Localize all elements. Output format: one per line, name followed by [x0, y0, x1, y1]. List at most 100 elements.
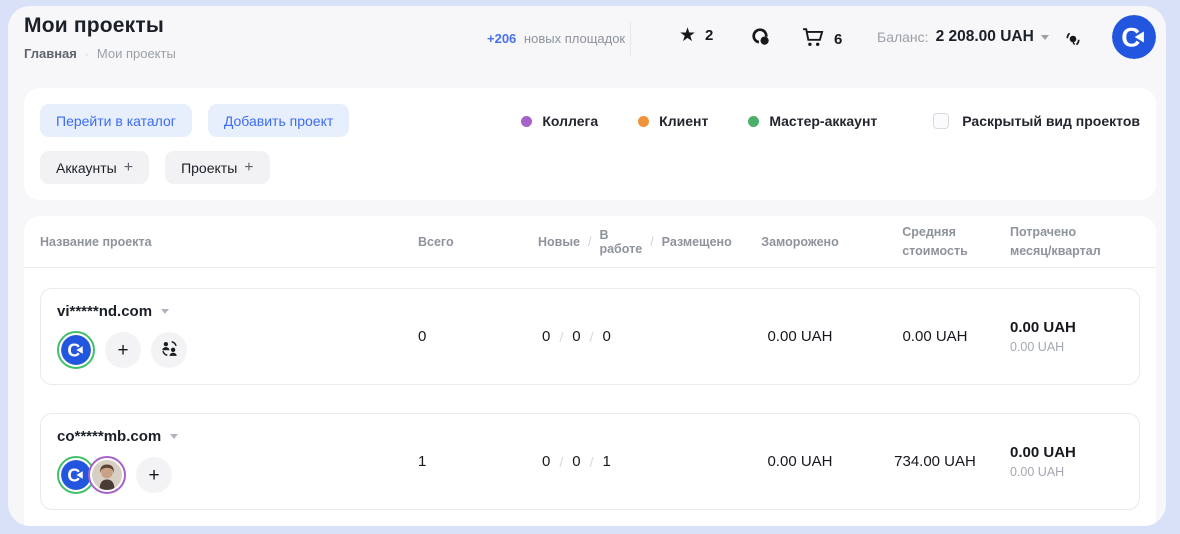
- cell-new: 0: [542, 328, 550, 345]
- spent-quarter: 0.00 UAH: [1010, 340, 1139, 354]
- cart-icon: [801, 26, 825, 53]
- spent-month: 0.00 UAH: [1010, 319, 1139, 336]
- col-header-avg-line2: стоимость: [902, 242, 968, 260]
- master-account-dot-icon: [748, 116, 759, 127]
- star-icon: ★: [679, 26, 696, 45]
- filters-panel: Перейти в каталог Добавить проект Аккаун…: [24, 88, 1156, 200]
- balance-label: Баланс:: [877, 29, 929, 45]
- project-name: vi*****nd.com: [57, 303, 152, 320]
- collaborator-logo-icon: C: [61, 460, 91, 490]
- new-platforms-link[interactable]: +206 новых площадок: [487, 31, 625, 46]
- expanded-view-toggle[interactable]: Раскрытый вид проектов: [933, 113, 1140, 129]
- legend-colleague: Коллега: [521, 113, 598, 129]
- add-member-button[interactable]: +: [105, 332, 141, 368]
- cell-spent: 0.00 UAH 0.00 UAH: [977, 319, 1139, 354]
- breadcrumb-separator: ·: [85, 47, 89, 61]
- cell-avg-cost: 734.00 UAH: [877, 453, 977, 470]
- spent-quarter: 0.00 UAH: [1010, 465, 1139, 479]
- breadcrumb: Главная · Мои проекты: [24, 46, 176, 61]
- accounts-filter-button[interactable]: Аккаунты +: [40, 151, 149, 184]
- header-divider: [630, 22, 631, 56]
- legend-colleague-label: Коллега: [542, 113, 598, 129]
- col-header-avg-line1: Средняя: [902, 223, 968, 241]
- col-header-in-progress: В работе: [599, 228, 642, 256]
- expanded-view-label: Раскрытый вид проектов: [962, 113, 1140, 129]
- notifications-button[interactable]: [1058, 26, 1088, 56]
- col-header-statuses[interactable]: Новые / В работе / Размещено: [522, 228, 707, 256]
- cell-in-progress: 0: [572, 328, 580, 345]
- cell-total: 1: [402, 453, 522, 470]
- plus-icon: +: [148, 466, 159, 485]
- cell-statuses: 0 / 0 / 0: [522, 328, 707, 345]
- add-member-button[interactable]: +: [136, 457, 172, 493]
- col-header-spent[interactable]: Потрачено месяц/квартал: [977, 223, 1140, 259]
- legend-client-label: Клиент: [659, 113, 708, 129]
- spent-month: 0.00 UAH: [1010, 444, 1139, 461]
- separator: /: [590, 454, 594, 470]
- col-header-total[interactable]: Всего: [402, 235, 522, 249]
- add-project-button[interactable]: Добавить проект: [208, 104, 349, 137]
- cell-frozen: 0.00 UAH: [707, 453, 877, 470]
- plus-icon: +: [124, 159, 133, 177]
- account-type-legend: Коллега Клиент Мастер-аккаунт Раскрытый …: [481, 105, 1140, 137]
- user-avatar[interactable]: C: [1112, 15, 1156, 59]
- cell-new: 0: [542, 453, 550, 470]
- project-row: vi*****nd.com C: [40, 288, 1140, 385]
- cell-avg-cost: 0.00 UAH: [877, 328, 977, 345]
- cell-frozen: 0.00 UAH: [707, 328, 877, 345]
- favorites-button[interactable]: ★ 2: [679, 26, 713, 45]
- col-header-frozen[interactable]: Заморожено: [707, 235, 877, 249]
- colleague-dot-icon: [521, 116, 532, 127]
- new-platforms-count: +206: [487, 31, 516, 46]
- chevron-down-icon: [161, 309, 169, 314]
- cell-statuses: 0 / 0 / 1: [522, 453, 707, 470]
- plus-icon: +: [244, 159, 253, 177]
- client-dot-icon: [638, 116, 649, 127]
- cell-total: 0: [402, 328, 522, 345]
- comments-button[interactable]: [750, 26, 772, 53]
- project-name-dropdown[interactable]: vi*****nd.com: [57, 303, 402, 320]
- notifications-icon: [1062, 28, 1084, 55]
- project-name-dropdown[interactable]: co*****mb.com: [57, 428, 402, 445]
- cell-in-progress: 0: [572, 453, 580, 470]
- col-header-spent-line2: месяц/квартал: [1010, 242, 1140, 260]
- separator: /: [590, 329, 594, 345]
- breadcrumb-current: Мои проекты: [97, 46, 176, 61]
- expanded-view-checkbox[interactable]: [933, 113, 949, 129]
- new-platforms-label: новых площадок: [524, 31, 625, 46]
- legend-master-account-label: Мастер-аккаунт: [769, 113, 877, 129]
- chevron-down-icon: [170, 434, 178, 439]
- project-name: co*****mb.com: [57, 428, 161, 445]
- go-to-catalog-button[interactable]: Перейти в каталог: [40, 104, 192, 137]
- cell-placed: 0: [602, 328, 610, 345]
- master-account-avatar[interactable]: C: [57, 331, 95, 369]
- favorites-count: 2: [705, 27, 713, 44]
- col-header-name[interactable]: Название проекта: [40, 235, 402, 249]
- cart-button[interactable]: 6: [801, 26, 842, 53]
- breadcrumb-home[interactable]: Главная: [24, 46, 77, 61]
- plus-icon: +: [117, 341, 128, 360]
- switch-user-icon: [160, 339, 179, 361]
- accounts-filter-label: Аккаунты: [56, 160, 117, 176]
- app-frame: Мои проекты Главная · Мои проекты +206 н…: [8, 6, 1166, 526]
- projects-filter-label: Проекты: [181, 160, 237, 176]
- projects-filter-button[interactable]: Проекты +: [165, 151, 270, 184]
- cell-spent: 0.00 UAH 0.00 UAH: [977, 444, 1139, 479]
- table-header-row: Название проекта Всего Новые / В работе …: [24, 216, 1156, 268]
- separator: /: [559, 329, 563, 345]
- transfer-user-button[interactable]: [151, 332, 187, 368]
- col-header-spent-line1: Потрачено: [1010, 223, 1140, 241]
- collaborator-logo-icon: C: [1112, 15, 1156, 59]
- col-header-new: Новые: [538, 235, 580, 249]
- separator: /: [588, 235, 591, 249]
- separator: /: [650, 235, 653, 249]
- cell-placed: 1: [602, 453, 610, 470]
- balance-dropdown[interactable]: Баланс: 2 208.00 UAH: [877, 28, 1049, 46]
- balance-value: 2 208.00 UAH: [936, 28, 1034, 46]
- person-photo-icon: [92, 460, 122, 490]
- col-header-avg-cost[interactable]: Средняя стоимость: [877, 223, 977, 259]
- project-row: co*****mb.com C: [40, 413, 1140, 510]
- legend-client: Клиент: [638, 113, 708, 129]
- legend-master-account: Мастер-аккаунт: [748, 113, 877, 129]
- colleague-avatar[interactable]: [88, 456, 126, 494]
